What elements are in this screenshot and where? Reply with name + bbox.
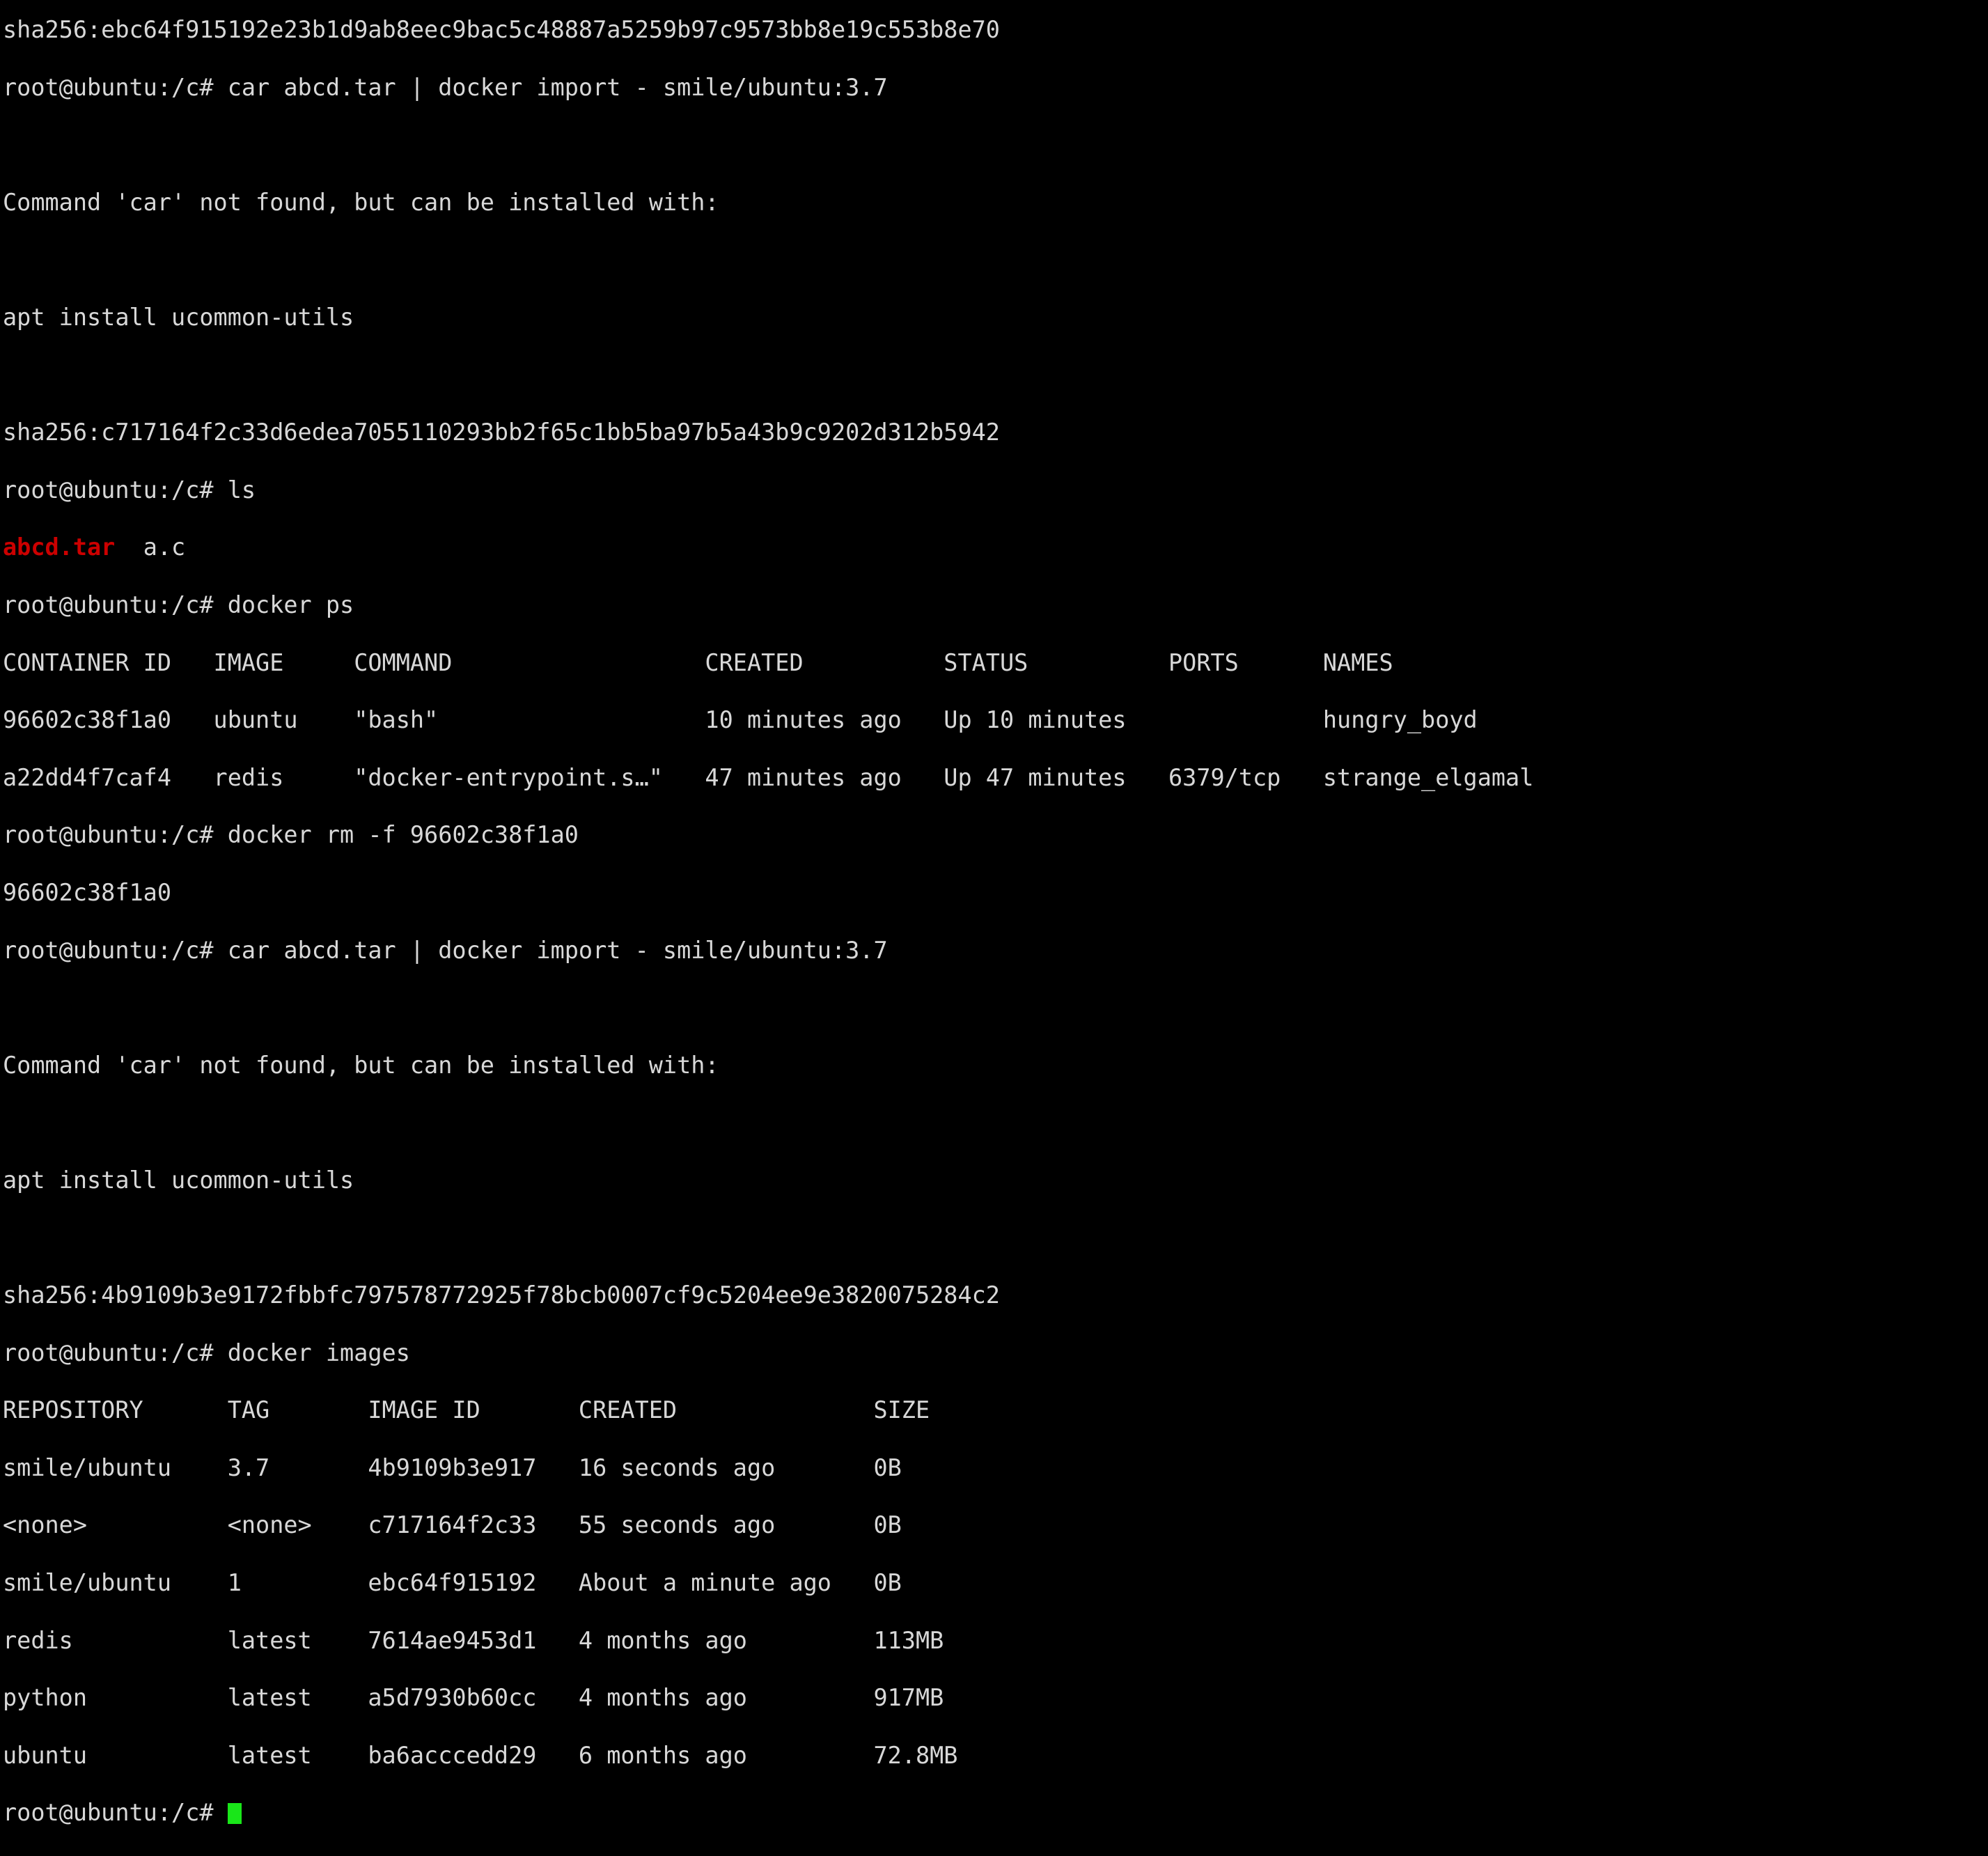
- text-cursor[interactable]: [227, 1803, 242, 1825]
- terminal-text: CONTAINER ID IMAGE COMMAND CREATED STATU…: [3, 648, 1393, 676]
- terminal-line: a22dd4f7caf4 redis "docker-entrypoint.s……: [3, 763, 1988, 792]
- terminal-line: 96602c38f1a0: [3, 878, 1988, 907]
- terminal-text: Command 'car' not found, but can be inst…: [3, 1051, 719, 1079]
- terminal-text: root@ubuntu:/c# car abcd.tar | docker im…: [3, 936, 888, 964]
- terminal-screen[interactable]: sha256:ebc64f915192e23b1d9ab8eec9bac5c48…: [0, 0, 1988, 1826]
- terminal-line: python latest a5d7930b60cc 4 months ago …: [3, 1683, 1988, 1712]
- terminal-line: smile/ubuntu 1 ebc64f915192 About a minu…: [3, 1568, 1988, 1597]
- terminal-text: <none> <none> c717164f2c33 55 seconds ag…: [3, 1511, 902, 1539]
- terminal-text: sha256:ebc64f915192e23b1d9ab8eec9bac5c48…: [3, 16, 1000, 43]
- terminal-text: REPOSITORY TAG IMAGE ID CREATED SIZE: [3, 1396, 930, 1424]
- terminal-line: root@ubuntu:/c# docker ps: [3, 591, 1988, 619]
- terminal-text: apt install ucommon-utils: [3, 303, 354, 331]
- terminal-text: root@ubuntu:/c# docker images: [3, 1339, 410, 1366]
- terminal-text: root@ubuntu:/c# docker ps: [3, 591, 354, 618]
- terminal-text: 96602c38f1a0 ubuntu "bash" 10 minutes ag…: [3, 706, 1478, 734]
- terminal-text: redis latest 7614ae9453d1 4 months ago 1…: [3, 1626, 944, 1654]
- terminal-line: sha256:ebc64f915192e23b1d9ab8eec9bac5c48…: [3, 15, 1988, 44]
- terminal-line: root@ubuntu:/c# ls: [3, 476, 1988, 504]
- terminal-line: abcd.tar a.c: [3, 533, 1988, 561]
- terminal-line: root@ubuntu:/c# car abcd.tar | docker im…: [3, 73, 1988, 102]
- terminal-text: a.c: [115, 533, 186, 561]
- terminal-line: Command 'car' not found, but can be inst…: [3, 1051, 1988, 1079]
- terminal-text: root@ubuntu:/c# ls: [3, 476, 256, 504]
- filename-archive: abcd.tar: [3, 533, 116, 561]
- terminal-text: a22dd4f7caf4 redis "docker-entrypoint.s……: [3, 763, 1534, 791]
- terminal-line: sha256:c717164f2c33d6edea7055110293bb2f6…: [3, 418, 1988, 446]
- terminal-line: CONTAINER ID IMAGE COMMAND CREATED STATU…: [3, 648, 1988, 677]
- terminal-line: root@ubuntu:/c# car abcd.tar | docker im…: [3, 936, 1988, 965]
- terminal-line: smile/ubuntu 3.7 4b9109b3e917 16 seconds…: [3, 1453, 1988, 1482]
- terminal-line: root@ubuntu:/c# docker images: [3, 1339, 1988, 1367]
- terminal-line: <none> <none> c717164f2c33 55 seconds ag…: [3, 1511, 1988, 1539]
- terminal-line: REPOSITORY TAG IMAGE ID CREATED SIZE: [3, 1396, 1988, 1424]
- terminal-text: sha256:4b9109b3e9172fbbfc797578772925f78…: [3, 1281, 1000, 1309]
- terminal-line: ubuntu latest ba6acccedd29 6 months ago …: [3, 1741, 1988, 1770]
- terminal-text: sha256:c717164f2c33d6edea7055110293bb2f6…: [3, 419, 1000, 446]
- terminal-line: root@ubuntu:/c# docker rm -f 96602c38f1a…: [3, 820, 1988, 849]
- terminal-line: apt install ucommon-utils: [3, 303, 1988, 332]
- terminal-text: Command 'car' not found, but can be inst…: [3, 188, 719, 216]
- terminal-text: 96602c38f1a0: [3, 878, 172, 906]
- terminal-text: root@ubuntu:/c# car abcd.tar | docker im…: [3, 73, 888, 101]
- terminal-text: root@ubuntu:/c# docker rm -f 96602c38f1a…: [3, 821, 579, 849]
- terminal-line: sha256:4b9109b3e9172fbbfc797578772925f78…: [3, 1281, 1988, 1309]
- terminal-line: redis latest 7614ae9453d1 4 months ago 1…: [3, 1626, 1988, 1655]
- terminal-line: 96602c38f1a0 ubuntu "bash" 10 minutes ag…: [3, 705, 1988, 734]
- terminal-line: apt install ucommon-utils: [3, 1166, 1988, 1194]
- terminal-prompt-line: root@ubuntu:/c#: [3, 1798, 1988, 1827]
- terminal-text: ubuntu latest ba6acccedd29 6 months ago …: [3, 1741, 958, 1769]
- terminal-text: smile/ubuntu 1 ebc64f915192 About a minu…: [3, 1569, 902, 1597]
- terminal-text: root@ubuntu:/c#: [3, 1799, 228, 1827]
- terminal-text: apt install ucommon-utils: [3, 1166, 354, 1194]
- terminal-line: Command 'car' not found, but can be inst…: [3, 188, 1988, 217]
- terminal-text: smile/ubuntu 3.7 4b9109b3e917 16 seconds…: [3, 1453, 902, 1481]
- terminal-text: python latest a5d7930b60cc 4 months ago …: [3, 1684, 944, 1712]
